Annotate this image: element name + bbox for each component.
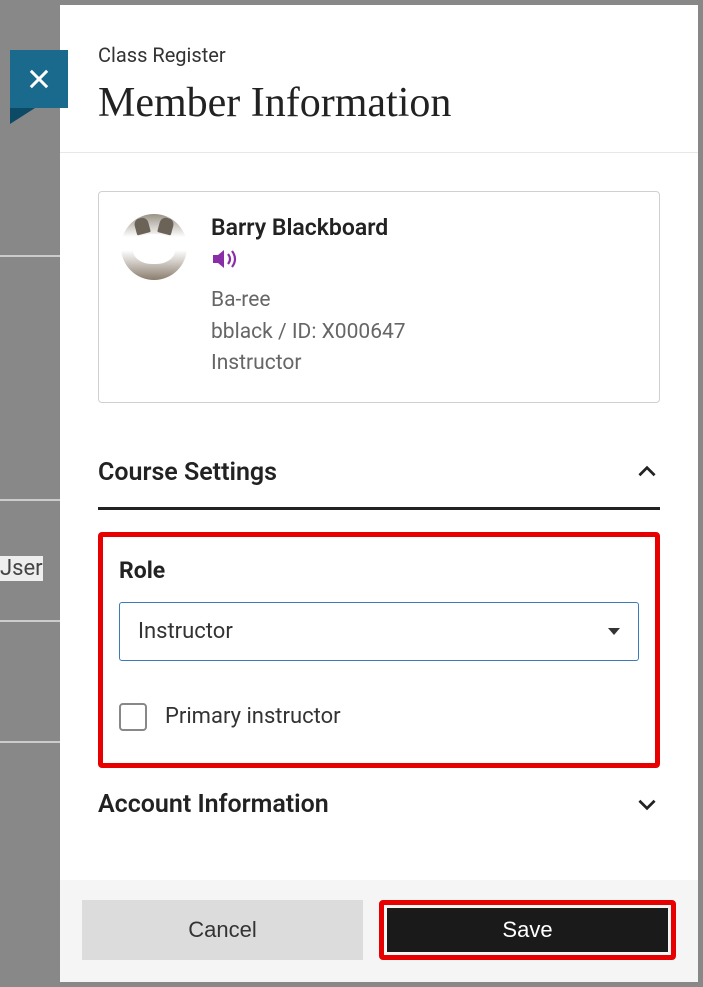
- chevron-up-icon: [634, 459, 660, 485]
- audio-pronunciation-icon[interactable]: [211, 249, 637, 273]
- member-username-id: bblack / ID: X000647: [211, 317, 637, 349]
- close-icon: [25, 65, 53, 93]
- close-button[interactable]: [10, 50, 68, 108]
- save-button[interactable]: Save: [387, 908, 668, 952]
- caret-down-icon: [608, 628, 620, 635]
- chevron-down-icon: [634, 791, 660, 817]
- account-information-title: Account Information: [98, 790, 329, 819]
- primary-instructor-checkbox[interactable]: [119, 703, 147, 731]
- member-role: Instructor: [211, 348, 637, 380]
- cancel-button[interactable]: Cancel: [82, 900, 363, 960]
- member-name: Barry Blackboard: [211, 214, 637, 241]
- page-title: Member Information: [98, 79, 660, 127]
- role-select-value: Instructor: [138, 619, 233, 644]
- member-pronunciation: Ba-ree: [211, 285, 637, 317]
- background-divider: [0, 499, 60, 501]
- account-information-header[interactable]: Account Information: [98, 790, 660, 839]
- panel-body: Barry Blackboard Ba-ree bblack / ID: X00…: [60, 153, 698, 880]
- member-info-block: Barry Blackboard Ba-ree bblack / ID: X00…: [211, 214, 637, 380]
- primary-instructor-row: Primary instructor: [119, 703, 639, 731]
- course-settings-title: Course Settings: [98, 458, 277, 487]
- background-divider: [0, 741, 60, 743]
- panel-header: Class Register Member Information: [60, 5, 698, 153]
- save-highlight-box: Save: [379, 900, 676, 960]
- panel-footer: Cancel Save: [60, 880, 698, 982]
- member-card: Barry Blackboard Ba-ree bblack / ID: X00…: [98, 191, 660, 403]
- avatar: [121, 214, 187, 280]
- background-divider: [0, 620, 60, 622]
- role-highlight-box: Role Instructor Primary instructor: [98, 532, 660, 768]
- role-field-label: Role: [119, 557, 639, 584]
- breadcrumb: Class Register: [98, 43, 660, 67]
- background-divider: [0, 255, 60, 257]
- course-settings-header[interactable]: Course Settings: [98, 458, 660, 510]
- background-partial-text: Jser: [0, 556, 43, 581]
- role-select[interactable]: Instructor: [119, 602, 639, 661]
- member-info-panel: Class Register Member Information Barry …: [60, 5, 698, 982]
- primary-instructor-label: Primary instructor: [165, 704, 341, 729]
